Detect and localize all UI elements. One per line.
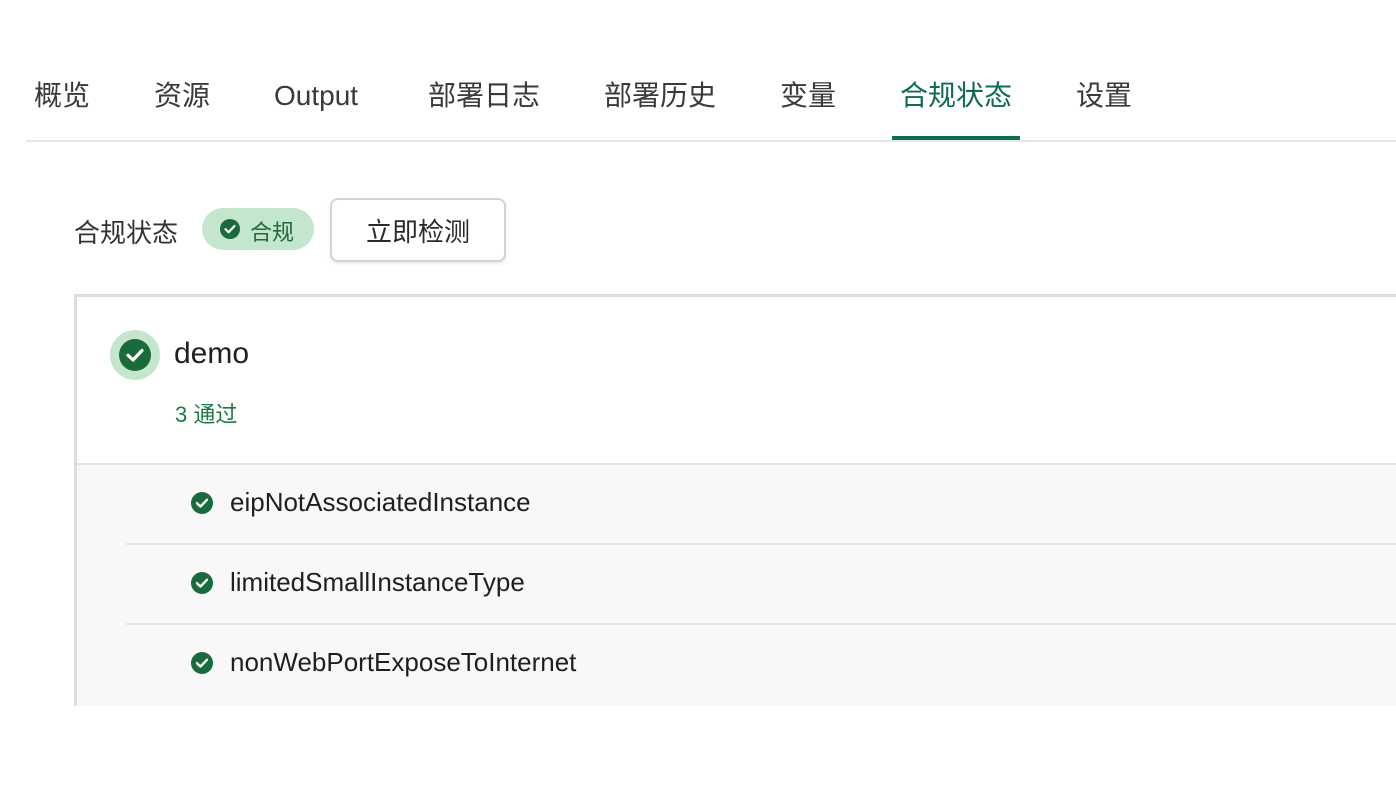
- check-circle-icon: [220, 219, 240, 239]
- tab-overview[interactable]: 概览: [34, 78, 90, 114]
- compliance-status-badge: 合规: [202, 208, 314, 250]
- tab-bar: 概览 资源 Output 部署日志 部署历史 变量 合规状态 设置: [26, 60, 1396, 142]
- status-icon-ring: [110, 330, 160, 380]
- check-circle-icon: [119, 339, 151, 371]
- check-circle-icon: [191, 652, 213, 674]
- tab-variables[interactable]: 变量: [780, 78, 836, 114]
- tab-deploy-logs[interactable]: 部署日志: [428, 78, 540, 114]
- check-circle-icon: [191, 572, 213, 594]
- tab-deploy-history[interactable]: 部署历史: [604, 78, 716, 114]
- list-item: limitedSmallInstanceType: [77, 545, 1396, 625]
- rule-name: eipNotAssociatedInstance: [230, 487, 531, 517]
- tab-settings[interactable]: 设置: [1076, 78, 1132, 114]
- panel-header: demo 3 通过: [77, 297, 1396, 465]
- list-item: eipNotAssociatedInstance: [77, 465, 1396, 545]
- tab-resources[interactable]: 资源: [154, 78, 210, 114]
- active-tab-indicator: [892, 136, 1020, 140]
- compliance-result-panel: demo 3 通过 eipNotAssociatedInstance limit…: [74, 294, 1396, 706]
- check-now-button[interactable]: 立即检测: [330, 198, 506, 262]
- compliance-status-label: 合规状态: [74, 218, 179, 248]
- rule-name: nonWebPortExposeToInternet: [230, 647, 577, 677]
- list-item: nonWebPortExposeToInternet: [77, 625, 1396, 705]
- tab-output[interactable]: Output: [274, 78, 358, 114]
- pass-summary: 3 通过: [175, 402, 238, 427]
- compliance-badge-text: 合规: [250, 220, 295, 245]
- stack-name: demo: [174, 337, 250, 370]
- check-circle-icon: [191, 492, 213, 514]
- rule-list: eipNotAssociatedInstance limitedSmallIns…: [77, 465, 1396, 706]
- rule-name: limitedSmallInstanceType: [230, 567, 525, 597]
- tab-compliance-status[interactable]: 合规状态: [900, 78, 1012, 114]
